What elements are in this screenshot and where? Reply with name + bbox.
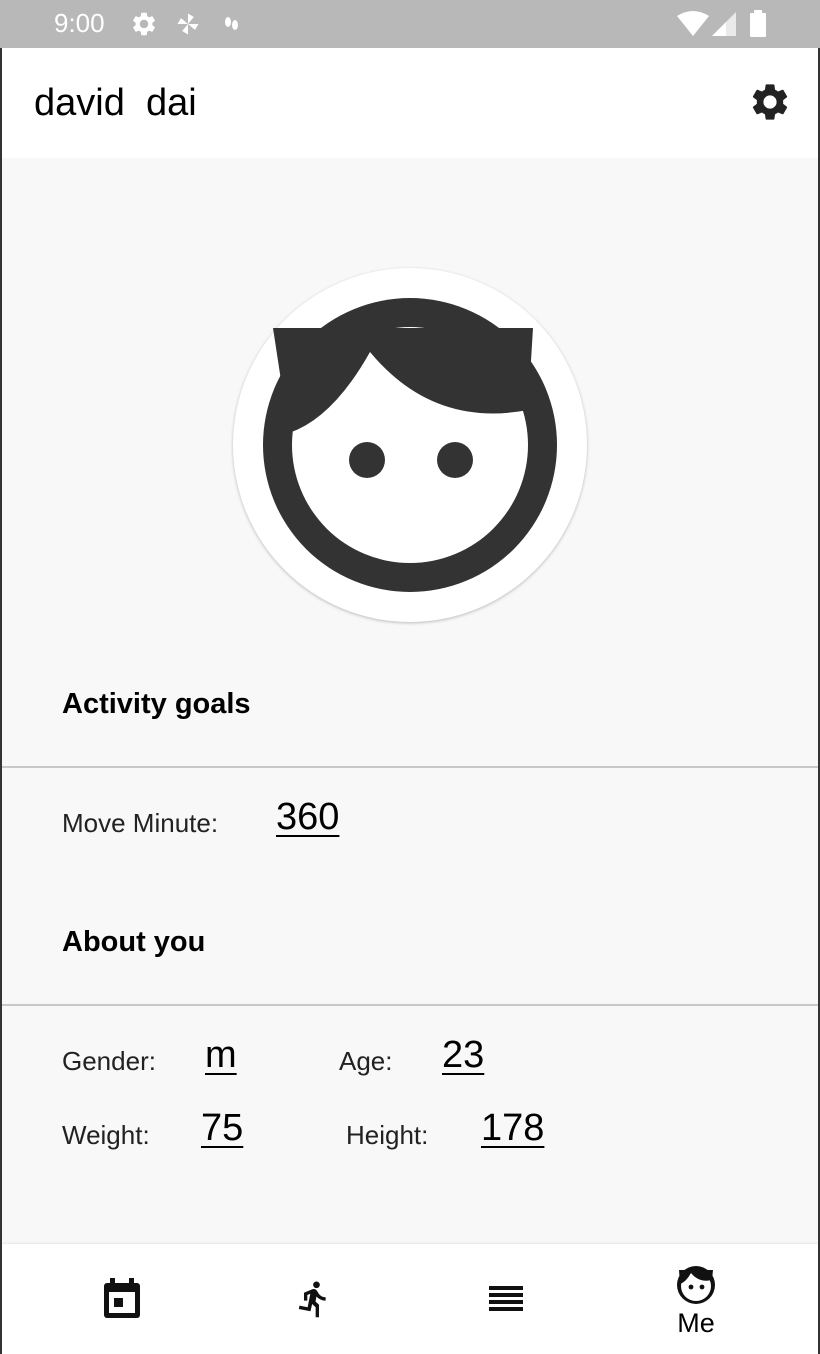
activity-goals-title: Activity goals [62, 688, 251, 720]
avatar[interactable] [233, 268, 587, 622]
status-time: 9:00 [54, 8, 105, 38]
height-value[interactable]: 178 [481, 1107, 544, 1150]
move-minute-label: Move Minute: [62, 808, 219, 838]
calendar-icon [104, 1278, 140, 1318]
settings-button[interactable] [748, 80, 792, 124]
divider [2, 766, 818, 768]
nav-label-me: Me [677, 1308, 715, 1338]
status-bar: 9:00 [0, 0, 820, 48]
run-icon [298, 1281, 326, 1318]
gender-value[interactable]: m [205, 1034, 237, 1077]
gender-label: Gender: [62, 1046, 156, 1076]
age-value[interactable]: 23 [442, 1034, 484, 1077]
gear-icon [133, 12, 155, 36]
signal-icon [712, 12, 736, 36]
nav-item-list[interactable] [404, 1244, 608, 1354]
age-label: Age: [339, 1046, 393, 1076]
profile-content: Activity goals Move Minute: 360 About yo… [2, 158, 818, 1244]
battery-icon [750, 10, 766, 37]
pinwheel-icon [177, 13, 199, 35]
bottom-navigation: Me [2, 1244, 818, 1354]
footprint-icon [225, 17, 238, 30]
divider [2, 1004, 818, 1006]
nav-item-me[interactable]: Me [594, 1244, 798, 1354]
face-icon [263, 298, 557, 592]
nav-item-calendar[interactable] [20, 1244, 224, 1354]
weight-label: Weight: [62, 1120, 150, 1150]
about-you-title: About you [62, 926, 206, 958]
page-title: david dai [34, 82, 197, 124]
weight-value[interactable]: 75 [201, 1107, 243, 1150]
nav-item-activity[interactable] [212, 1244, 416, 1354]
face-icon [677, 1266, 715, 1304]
wifi-icon [677, 11, 709, 36]
height-label: Height: [346, 1120, 429, 1150]
list-icon [489, 1286, 523, 1311]
move-minute-value[interactable]: 360 [276, 796, 339, 839]
app-bar: david dai [2, 48, 818, 158]
